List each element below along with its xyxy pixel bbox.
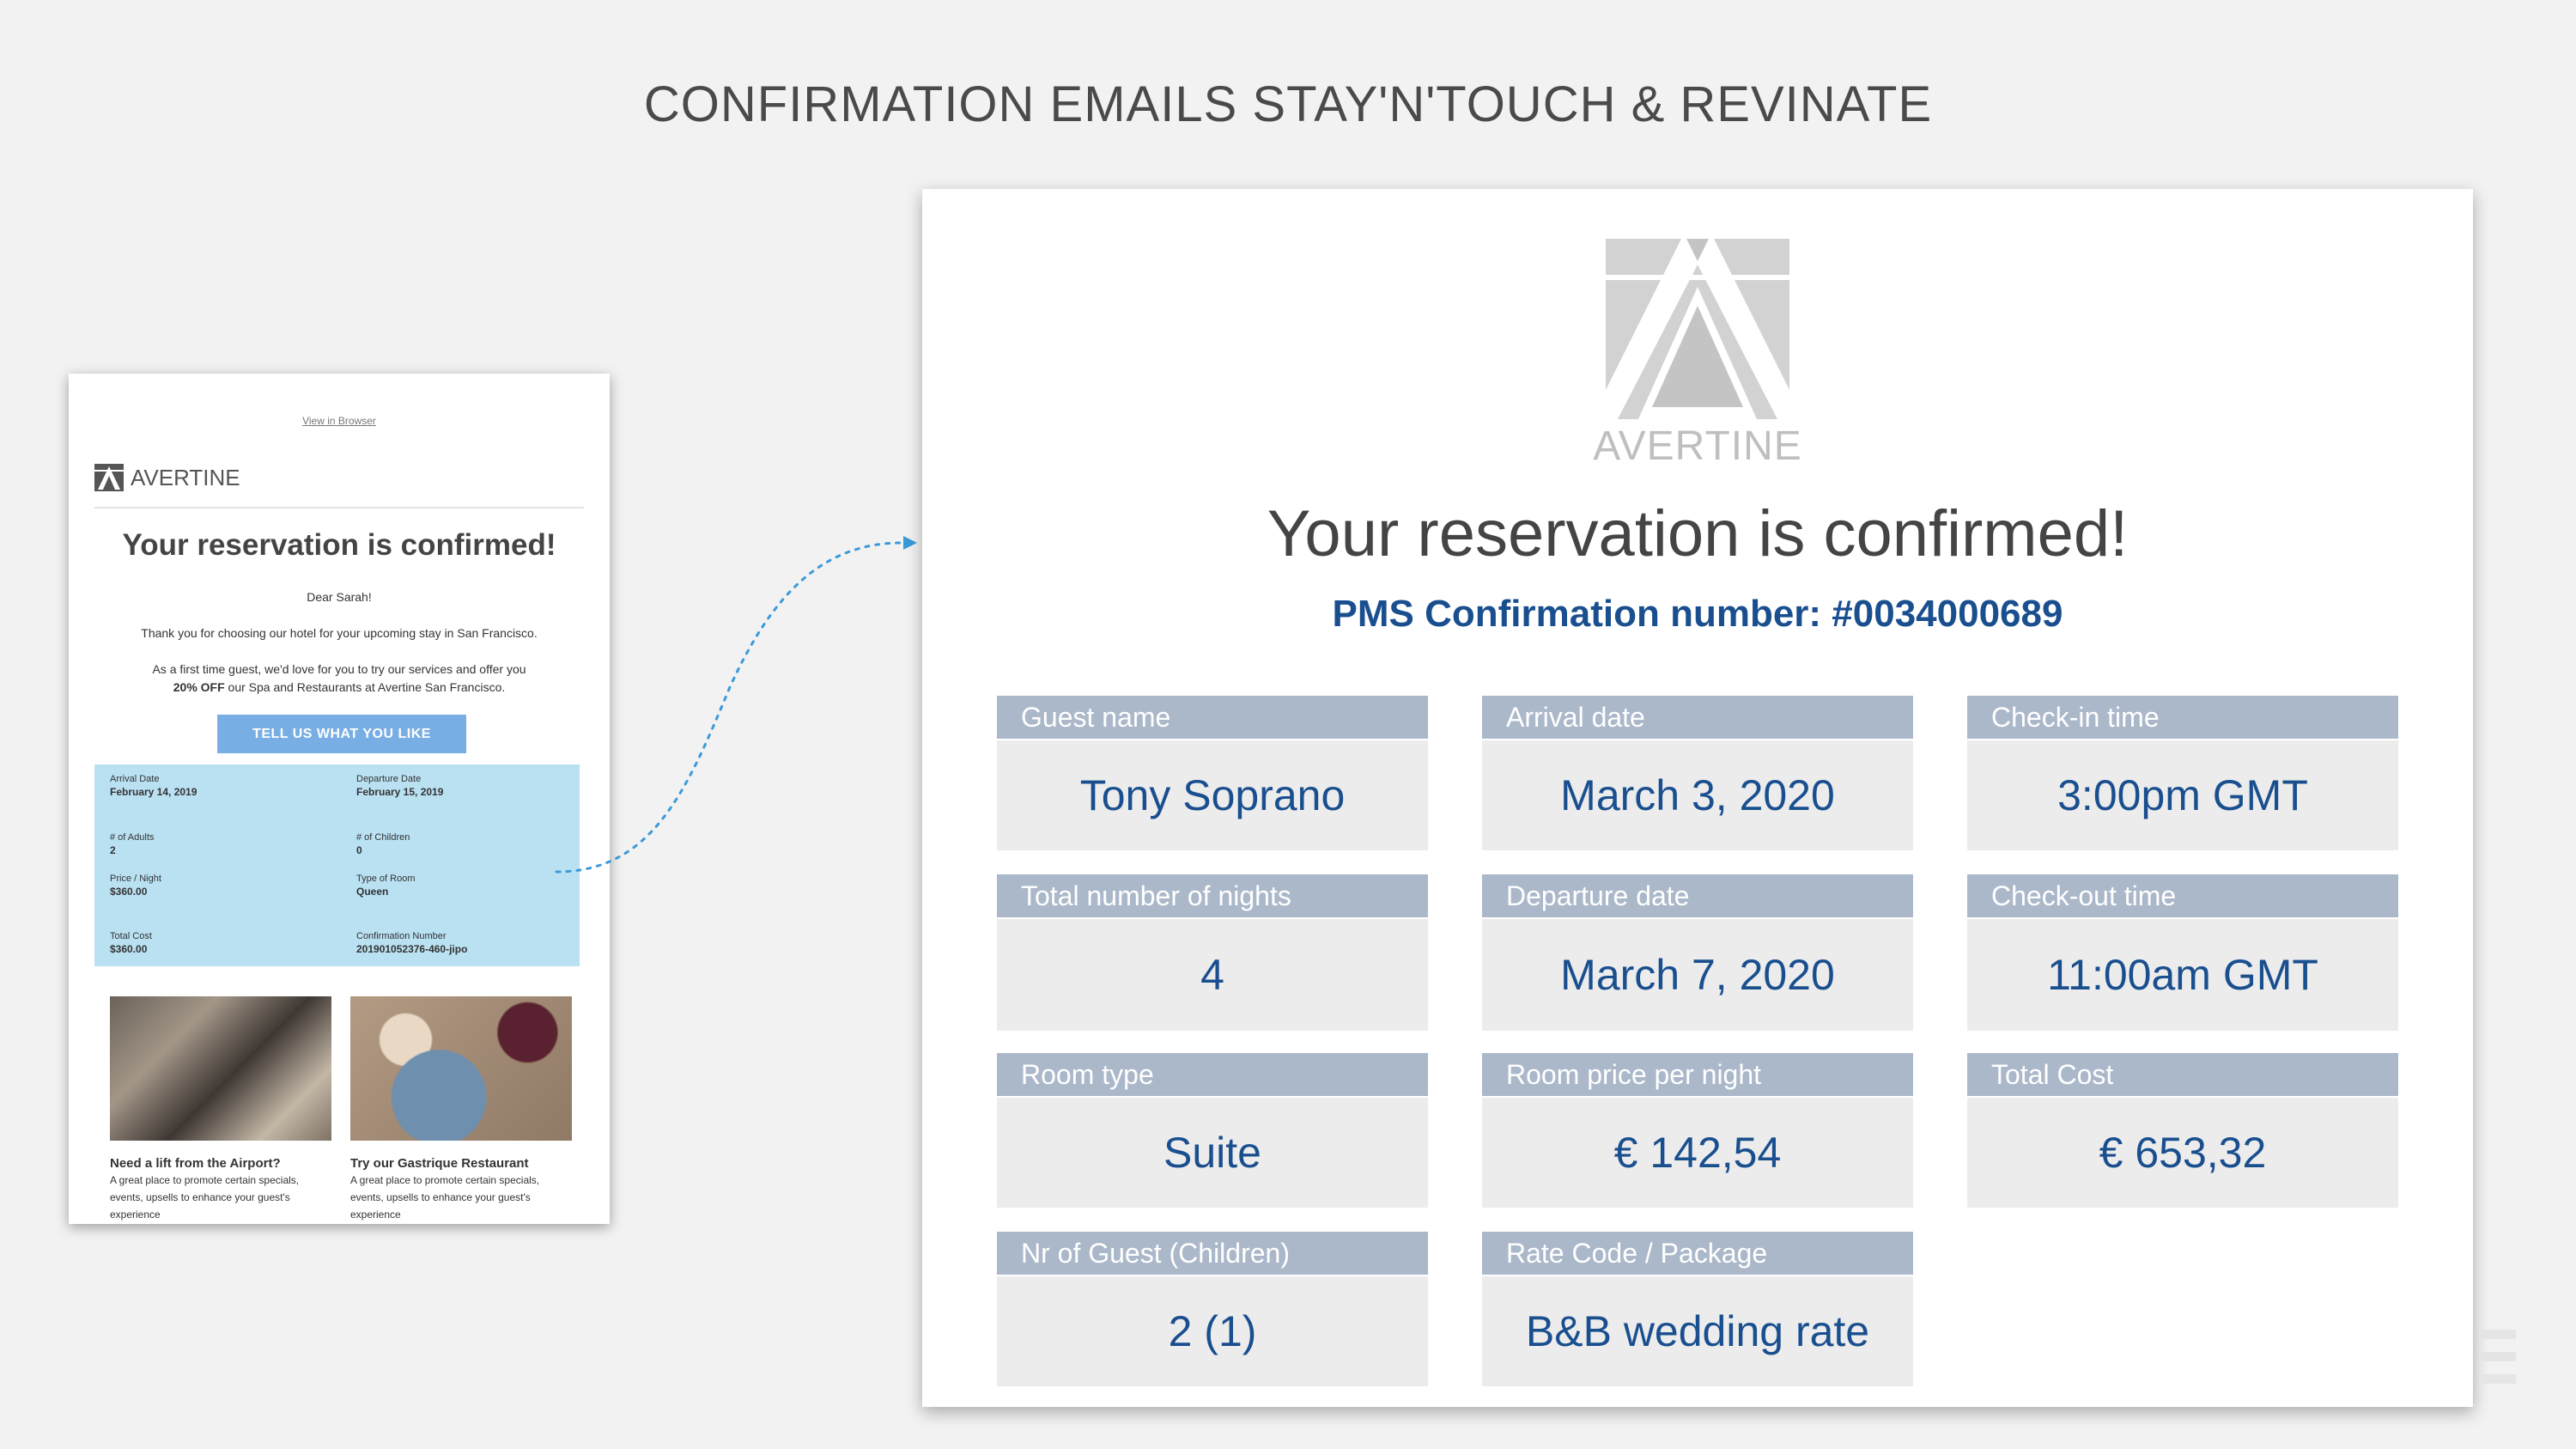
thumbnail-brand: AVERTINE — [94, 464, 240, 491]
avertine-logo-icon — [1606, 239, 1789, 419]
thumbnail-offer-rest: our Spa and Restaurants at Avertine San … — [224, 680, 506, 694]
thumb-field-room-type: Type of Room Queen — [356, 874, 416, 898]
thumbnail-offer-line1: As a first time guest, we'd love for you… — [152, 662, 526, 676]
cell-rate-code: Rate Code / Package B&B wedding rate — [1482, 1232, 1913, 1386]
cell-room-price: Room price per night € 142,54 — [1482, 1053, 1913, 1208]
airport-promo-image — [110, 996, 331, 1141]
cell-check-out-time: Check-out time 11:00am GMT — [1967, 874, 2398, 1031]
thumb-field-confirmation: Confirmation Number 201901052376-460-jip… — [356, 931, 468, 955]
email-heading: Your reservation is confirmed! — [1267, 497, 2129, 570]
thumbnail-greeting: Dear Sarah! — [307, 590, 372, 604]
thumbnail-reservation-box: Arrival Date February 14, 2019 Departure… — [94, 764, 580, 966]
cell-arrival-date: Arrival date March 3, 2020 — [1482, 696, 1913, 850]
confirmation-email-card: AVERTINE Your reservation is confirmed! … — [922, 189, 2473, 1407]
thumbnail-offer: As a first time guest, we'd love for you… — [103, 661, 575, 697]
thumb-field-children: # of Children 0 — [356, 832, 410, 856]
pms-confirmation-number: PMS Confirmation number: #0034000689 — [1332, 593, 2063, 635]
email-thumbnail: View in Browser AVERTINE Your reservatio… — [69, 374, 610, 1224]
thumb-field-departure: Departure Date February 15, 2019 — [356, 774, 444, 798]
restaurant-promo-image — [350, 996, 572, 1141]
avertine-logo-icon — [94, 464, 124, 491]
thumb-field-adults: # of Adults 2 — [110, 832, 155, 856]
promo-restaurant: Try our Gastrique Restaurant A great pla… — [350, 1156, 540, 1221]
thumbnail-thanks: Thank you for choosing our hotel for you… — [141, 626, 538, 640]
cell-nr-of-guests: Nr of Guest (Children) 2 (1) — [997, 1232, 1428, 1386]
slide-title: CONFIRMATION EMAILS STAY'N'TOUCH & REVIN… — [643, 76, 1933, 132]
thumbnail-offer-bold: 20% OFF — [173, 680, 225, 694]
thumbnail-brand-name: AVERTINE — [131, 464, 240, 490]
cell-room-type: Room type Suite — [997, 1053, 1428, 1208]
promo-airport: Need a lift from the Airport? A great pl… — [110, 1156, 300, 1221]
cell-total-cost: Total Cost € 653,32 — [1967, 1053, 2398, 1208]
cell-guest-name: Guest name Tony Soprano — [997, 696, 1428, 850]
view-in-browser-link[interactable]: View in Browser — [69, 415, 610, 427]
cell-check-in-time: Check-in time 3:00pm GMT — [1967, 696, 2398, 850]
cell-total-nights: Total number of nights 4 — [997, 874, 1428, 1031]
corner-brand-mark — [2480, 1330, 2516, 1385]
brand-name: AVERTINE — [1593, 423, 1802, 469]
thumb-field-price: Price / Night $360.00 — [110, 874, 161, 898]
cell-departure-date: Departure date March 7, 2020 — [1482, 874, 1913, 1031]
tell-us-what-you-like-button[interactable]: TELL US WHAT YOU LIKE — [217, 715, 466, 753]
thumbnail-heading: Your reservation is confirmed! — [122, 528, 556, 562]
thumb-field-arrival: Arrival Date February 14, 2019 — [110, 774, 197, 798]
brand-divider — [94, 507, 584, 508]
thumb-field-total: Total Cost $360.00 — [110, 931, 152, 955]
